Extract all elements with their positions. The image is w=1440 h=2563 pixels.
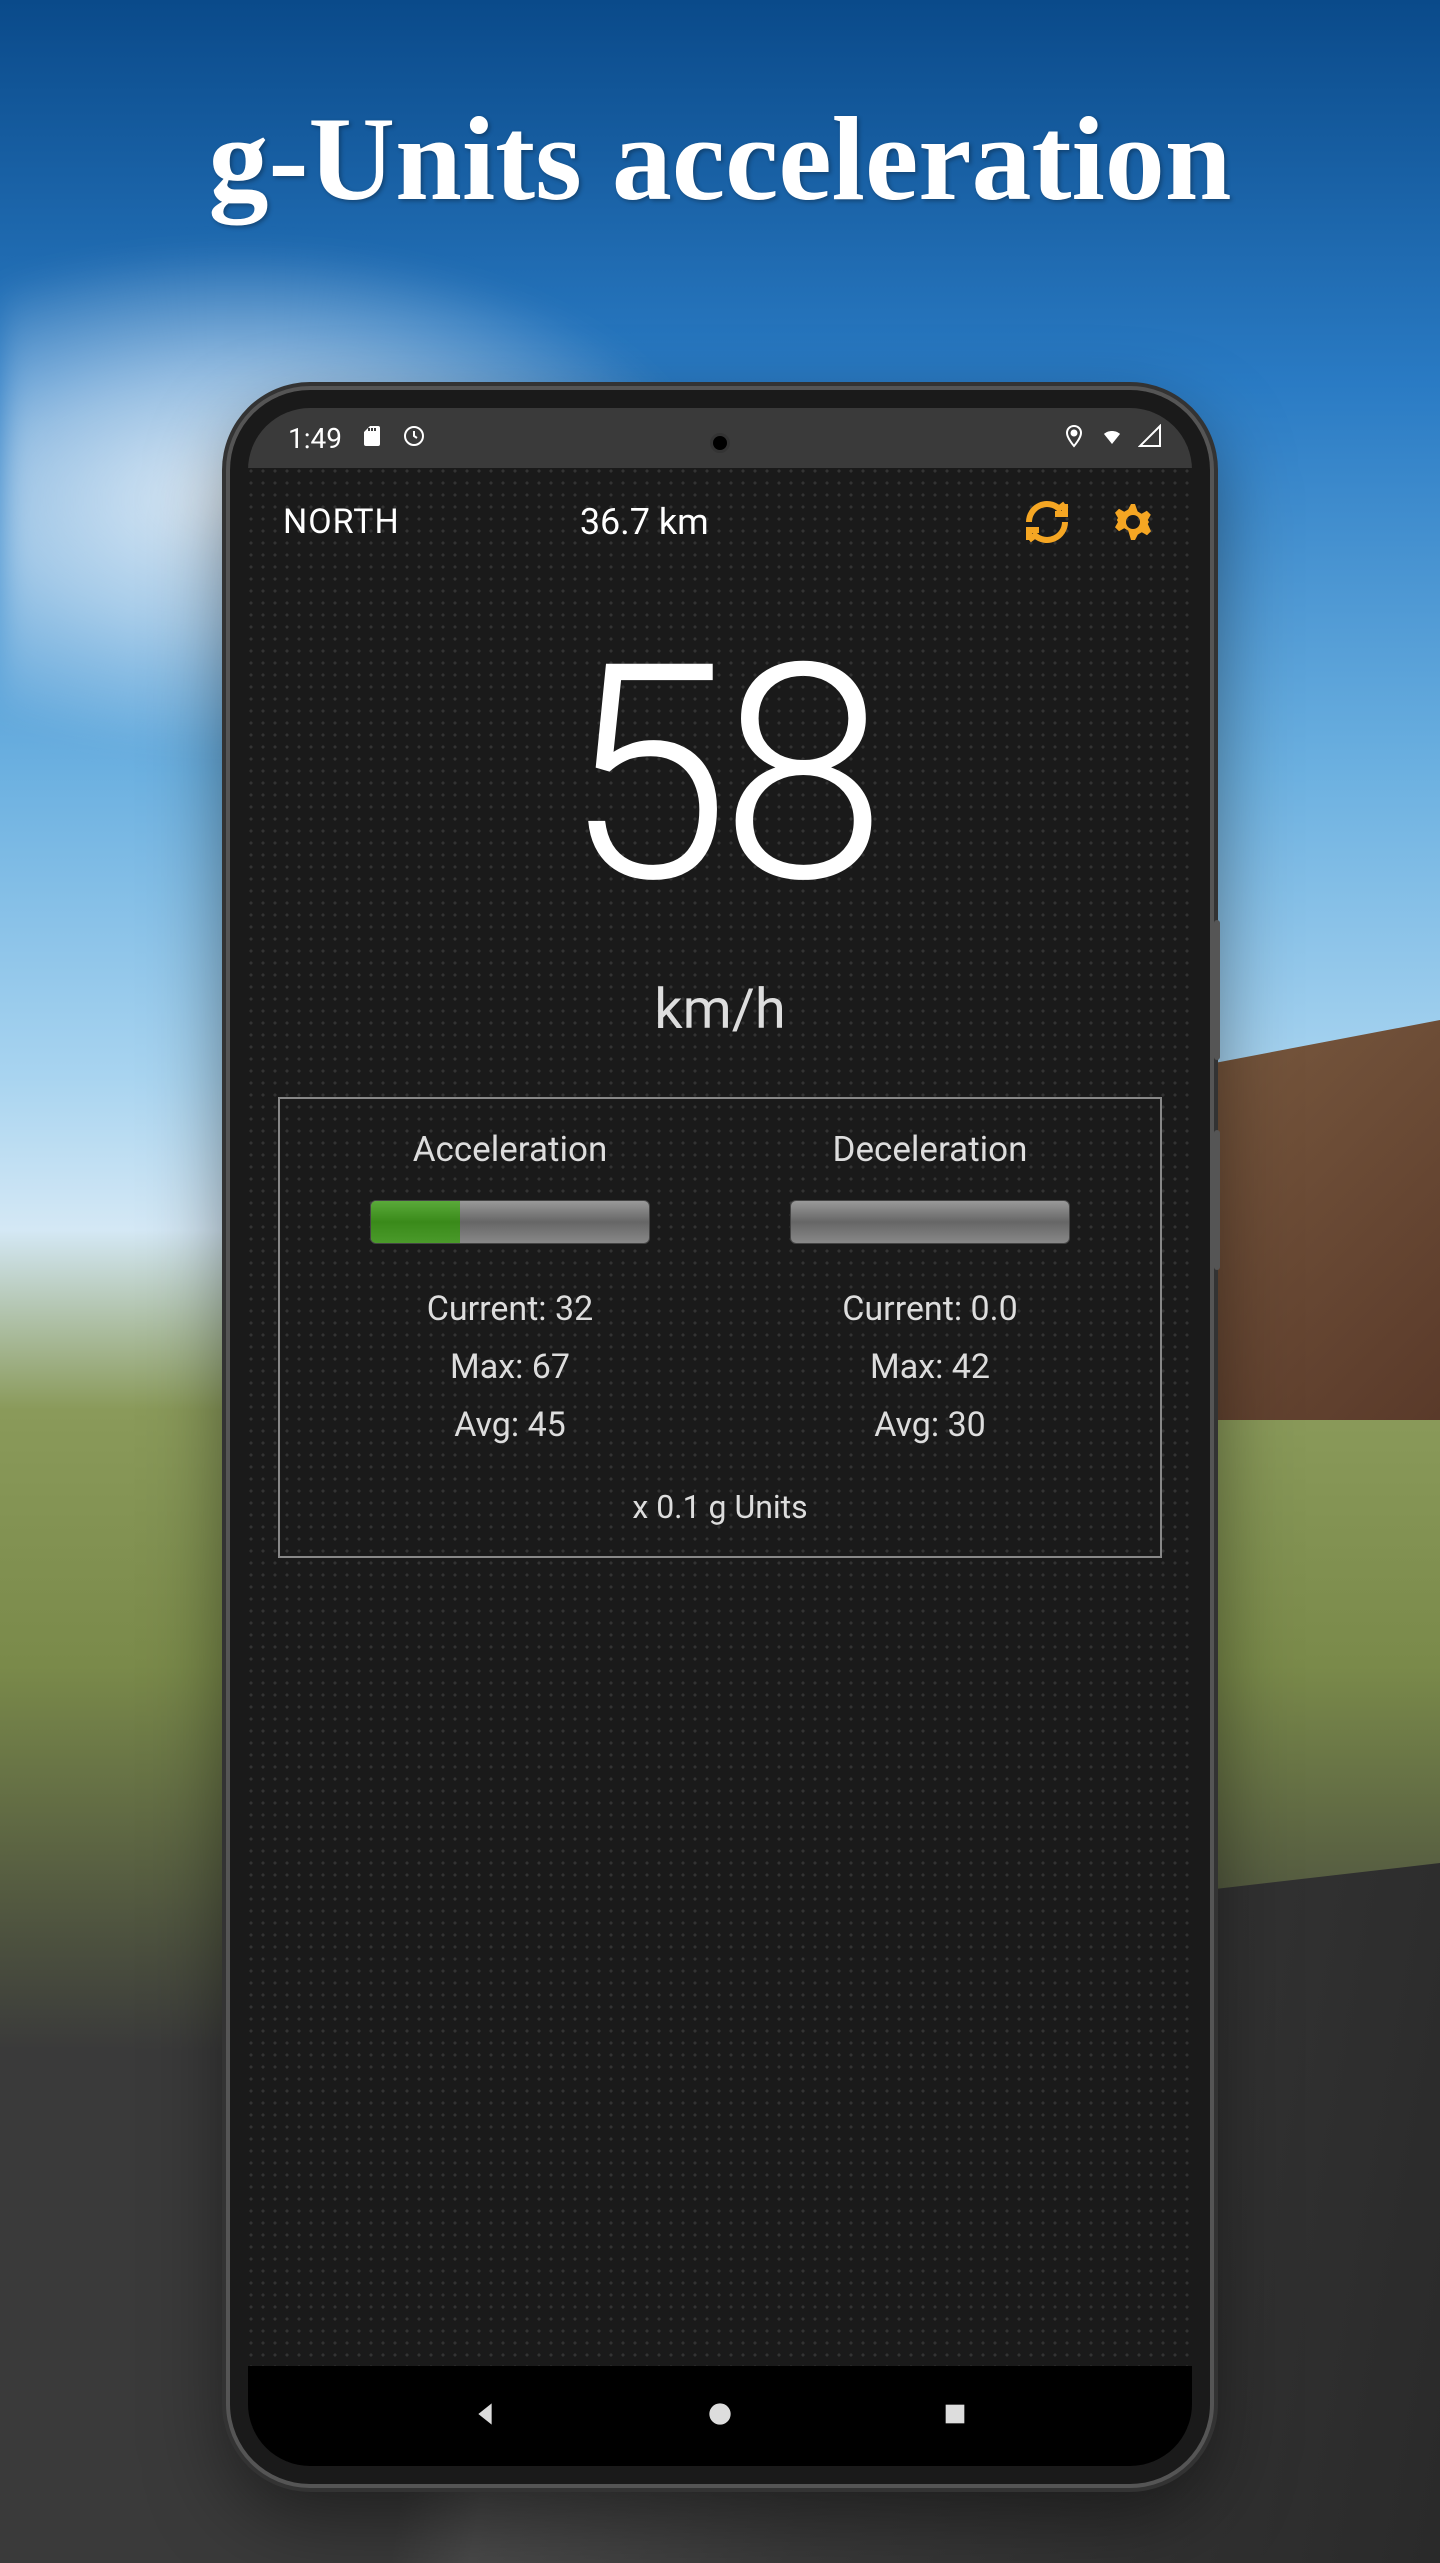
distance-value: 36.7 km — [580, 501, 1023, 543]
gear-icon[interactable] — [1109, 498, 1157, 546]
power-button — [1214, 1130, 1220, 1270]
speed-unit: km/h — [248, 976, 1192, 1042]
decel-max: Max: 42 — [720, 1347, 1140, 1387]
accel-max: Max: 67 — [300, 1347, 720, 1387]
sync-status-icon — [402, 422, 426, 455]
decel-avg: Avg: 30 — [720, 1405, 1140, 1445]
wifi-icon — [1100, 422, 1124, 455]
speed-value: 58 — [248, 626, 1192, 926]
volume-button — [1214, 920, 1220, 1060]
home-button[interactable] — [704, 2398, 736, 2434]
phone-screen: 1:49 NORTH — [248, 408, 1192, 2466]
decel-heading: Deceleration — [720, 1129, 1140, 1170]
back-button[interactable] — [469, 2398, 501, 2434]
nav-bar — [248, 2366, 1192, 2466]
sd-card-icon — [360, 422, 384, 455]
accel-progress-bar — [370, 1200, 650, 1244]
accel-current: Current: 32 — [300, 1289, 720, 1329]
speed-display: 58 km/h — [248, 626, 1192, 1042]
signal-icon — [1138, 422, 1162, 455]
page-title: g-Units acceleration — [0, 90, 1440, 228]
phone-frame: 1:49 NORTH — [230, 390, 1210, 2484]
compass-direction: NORTH — [283, 502, 400, 542]
refresh-icon[interactable] — [1023, 498, 1071, 546]
app-header: NORTH 36.7 km — [248, 468, 1192, 576]
accel-heading: Acceleration — [300, 1129, 720, 1170]
units-footer: x 0.1 g Units — [300, 1488, 1140, 1526]
deceleration-column: Deceleration Current: 0.0 Max: 42 Avg: 3… — [720, 1129, 1140, 1463]
acceleration-column: Acceleration Current: 32 Max: 67 Avg: 45 — [300, 1129, 720, 1463]
recent-apps-button[interactable] — [939, 2398, 971, 2434]
accel-progress-fill — [371, 1201, 460, 1243]
decel-current: Current: 0.0 — [720, 1289, 1140, 1329]
location-icon — [1062, 422, 1086, 455]
status-time: 1:49 — [288, 422, 342, 455]
camera-notch — [710, 433, 730, 453]
decel-progress-bar — [790, 1200, 1070, 1244]
acceleration-panel: Acceleration Current: 32 Max: 67 Avg: 45 — [278, 1097, 1162, 1558]
accel-avg: Avg: 45 — [300, 1405, 720, 1445]
